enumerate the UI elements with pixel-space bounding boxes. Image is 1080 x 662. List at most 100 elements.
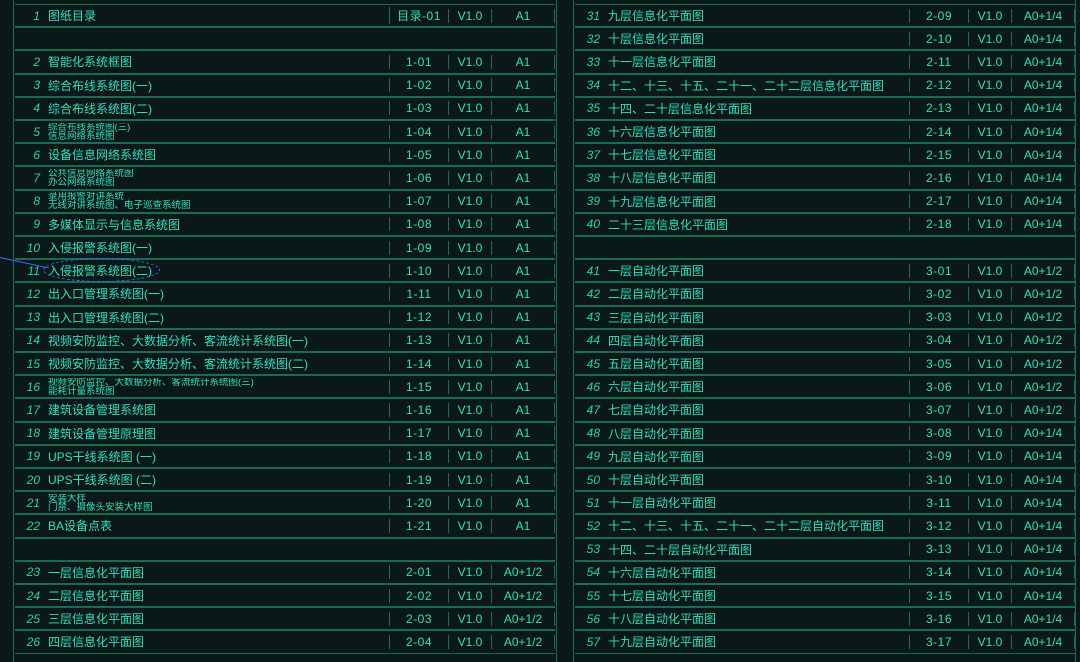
- row-description: 十二、十三、十五、二十一、二十二层自动化平面图: [602, 517, 909, 534]
- row-number: 46: [575, 380, 602, 394]
- row-number: 39: [575, 194, 602, 208]
- table-row: 33十一层信息化平面图2-11V1.0A0+1/4: [575, 50, 1075, 73]
- sheet-size: A0+1/2: [1011, 287, 1075, 301]
- drawing-code: 3-10: [909, 473, 968, 487]
- row-description: 综合布线系统图(二): [42, 100, 389, 117]
- row-number: 8: [15, 194, 42, 208]
- drawing-code: 1-21: [389, 519, 448, 533]
- row-description-line: 门禁、摄像头安装大样图: [48, 503, 389, 512]
- sheet-size: A0+1/2: [491, 635, 555, 649]
- drawing-code: 2-11: [909, 55, 968, 69]
- row-description: 录用报警对讲系统无线对讲系统图、电子巡查系统图: [42, 192, 389, 210]
- sheet-size: A0+1/2: [1011, 310, 1075, 324]
- drawing-code: 3-15: [909, 589, 968, 603]
- row-description: 一层信息化平面图: [42, 564, 389, 581]
- version: V1.0: [448, 78, 491, 92]
- row-description: 视频安防监控、大数据分析、客流统计系统图(二): [42, 355, 389, 372]
- sheet-size: A0+1/4: [1011, 194, 1075, 208]
- table-row: 6设备信息网络系统图1-05V1.0A1: [15, 143, 555, 166]
- sheet-size: A1: [491, 264, 555, 278]
- drawing-code: 1-09: [389, 241, 448, 255]
- table-row: 26四层信息化平面图2-04V1.0A0+1/2: [15, 630, 555, 653]
- version: V1.0: [448, 9, 491, 23]
- drawing-code: 2-18: [909, 217, 968, 231]
- row-description: 七层自动化平面图: [602, 401, 909, 418]
- version: V1.0: [968, 519, 1011, 533]
- row-number: 54: [575, 565, 602, 579]
- version: V1.0: [448, 264, 491, 278]
- drawing-code: 2-09: [909, 9, 968, 23]
- drawing-code: 1-10: [389, 264, 448, 278]
- row-description-line: 办公网络系统图: [48, 178, 389, 187]
- sheet-size: A1: [491, 403, 555, 417]
- row-number: 26: [15, 635, 42, 649]
- version: V1.0: [448, 449, 491, 463]
- version: V1.0: [968, 357, 1011, 371]
- row-description: 综合布线系统图(一): [42, 77, 389, 94]
- row-description: 一层自动化平面图: [602, 262, 909, 279]
- row-number: 7: [15, 171, 42, 185]
- cad-drawing-index: { "left": [ {"n":"1","desc":"图纸目录","code…: [0, 0, 1080, 662]
- row-description: 出入口管理系统图(一): [42, 285, 389, 302]
- table-row: 11入侵报警系统图(二)1-10V1.0A1: [15, 259, 555, 282]
- row-number: 42: [575, 287, 602, 301]
- version: V1.0: [448, 287, 491, 301]
- row-description: 十二、十三、十五、二十一、二十二层信息化平面图: [602, 77, 909, 94]
- sheet-size: A1: [491, 194, 555, 208]
- row-description-line: 能耗计量系统图: [48, 387, 389, 396]
- table-row: 1图纸目录目录-01V1.0A1: [15, 4, 555, 27]
- row-number: 12: [15, 287, 42, 301]
- row-description: 五层自动化平面图: [602, 355, 909, 372]
- drawing-code: 2-12: [909, 78, 968, 92]
- drawing-code: 1-04: [389, 125, 448, 139]
- version: V1.0: [968, 380, 1011, 394]
- version: V1.0: [968, 287, 1011, 301]
- sheet-size: A0+1/4: [1011, 148, 1075, 162]
- version: V1.0: [968, 565, 1011, 579]
- drawing-code: 3-11: [909, 496, 968, 510]
- drawing-code: 1-11: [389, 287, 448, 301]
- row-description: 十层自动化平面图: [602, 471, 909, 488]
- table-row: 34十二、十三、十五、二十一、二十二层信息化平面图2-12V1.0A0+1/4: [575, 74, 1075, 97]
- version: V1.0: [448, 101, 491, 115]
- sheet-size: A0+1/4: [1011, 542, 1075, 556]
- table-row: 3综合布线系统图(一)1-02V1.0A1: [15, 74, 555, 97]
- drawing-code: 2-15: [909, 148, 968, 162]
- row-number: 44: [575, 333, 602, 347]
- row-description: 设备信息网络系统图: [42, 146, 389, 163]
- row-description: 二十三层信息化平面图: [602, 216, 909, 233]
- version: V1.0: [968, 171, 1011, 185]
- drawing-code: 3-16: [909, 612, 968, 626]
- row-description: 十八层信息化平面图: [602, 169, 909, 186]
- row-number: 19: [15, 449, 42, 463]
- row-number: 33: [575, 55, 602, 69]
- row-description: 入侵报警系统图(二): [42, 262, 389, 279]
- row-number: 9: [15, 217, 42, 231]
- version: V1.0: [448, 241, 491, 255]
- row-number: 23: [15, 565, 42, 579]
- table-row: 23一层信息化平面图2-01V1.0A0+1/2: [15, 561, 555, 584]
- row-description: 入侵报警系统图(一): [42, 239, 389, 256]
- row-description: 综合布线系统图(三)信息网络系统图: [42, 123, 389, 141]
- row-number: 14: [15, 333, 42, 347]
- left-table: 1图纸目录目录-01V1.0A12智能化系统框图1-01V1.0A13综合布线系…: [15, 0, 555, 662]
- version: V1.0: [968, 589, 1011, 603]
- table-row: 14视频安防监控、大数据分析、客流统计系统图(一)1-13V1.0A1: [15, 329, 555, 352]
- sheet-size: A0+1/4: [1011, 589, 1075, 603]
- table-row: 20UPS干线系统图 (二)1-19V1.0A1: [15, 468, 555, 491]
- row-number: 36: [575, 125, 602, 139]
- table-row: 57十九层自动化平面图3-17V1.0A0+1/4: [575, 630, 1075, 653]
- version: V1.0: [448, 426, 491, 440]
- drawing-code: 3-12: [909, 519, 968, 533]
- sheet-size: A1: [491, 217, 555, 231]
- row-description-line: 无线对讲系统图、电子巡查系统图: [48, 201, 389, 210]
- table-row: 9多媒体显示与信息系统图1-08V1.0A1: [15, 213, 555, 236]
- table-row: 10入侵报警系统图(一)1-09V1.0A1: [15, 236, 555, 259]
- drawing-code: 1-01: [389, 55, 448, 69]
- drawing-code: 2-04: [389, 635, 448, 649]
- version: V1.0: [968, 264, 1011, 278]
- version: V1.0: [448, 473, 491, 487]
- sheet-size: A1: [491, 125, 555, 139]
- drawing-code: 3-17: [909, 635, 968, 649]
- sheet-size: A1: [491, 380, 555, 394]
